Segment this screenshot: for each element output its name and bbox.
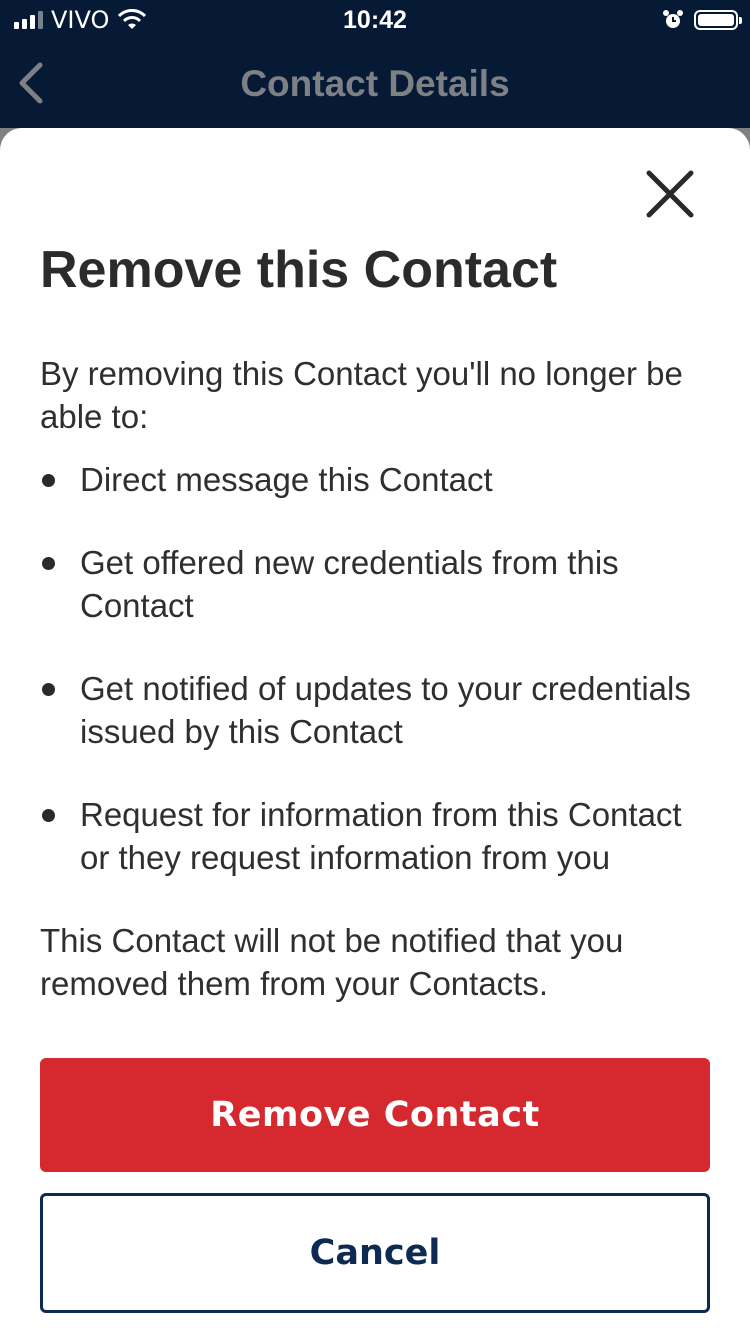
status-time: 10:42: [343, 6, 407, 34]
remove-contact-button[interactable]: Remove Contact: [40, 1058, 710, 1172]
scroll-fade: [0, 1020, 750, 1060]
close-button[interactable]: [642, 166, 698, 222]
list-item-text: Get notified of updates to your credenti…: [80, 670, 691, 750]
list-item-text: Get offered new credentials from this Co…: [80, 544, 619, 624]
list-item-text: Direct message this Contact: [80, 461, 493, 498]
list-item: Get notified of updates to your credenti…: [40, 667, 710, 753]
bullet-dot: [42, 557, 55, 570]
list-item: Direct message this Contact: [40, 458, 710, 501]
nav-title: Contact Details: [240, 63, 510, 104]
list-item-text: Request for information from this Contac…: [80, 796, 682, 876]
sheet-body: By removing this Contact you'll no longe…: [40, 352, 710, 1005]
list-item: Request for information from this Contac…: [40, 793, 710, 879]
battery-icon: [694, 10, 742, 30]
nav-bar: Contact Details: [0, 40, 750, 128]
bullet-dot: [42, 474, 55, 487]
list-item: Get offered new credentials from this Co…: [40, 541, 710, 627]
status-bar: VIVO 10:42: [0, 0, 750, 40]
status-right: [662, 6, 742, 34]
intro-text: By removing this Contact you'll no longe…: [40, 355, 683, 435]
cancel-button[interactable]: Cancel: [40, 1193, 710, 1313]
footer-text: This Contact will not be notified that y…: [40, 922, 624, 1002]
close-icon: [646, 170, 694, 218]
sheet-title: Remove this Contact: [40, 241, 558, 299]
remove-contact-sheet: Remove this Contact By removing this Con…: [0, 128, 750, 1334]
bullet-dot: [42, 683, 55, 696]
bullet-dot: [42, 809, 55, 822]
alarm-icon: [663, 10, 683, 28]
consequence-list: Direct message this Contact Get offered …: [40, 458, 710, 879]
